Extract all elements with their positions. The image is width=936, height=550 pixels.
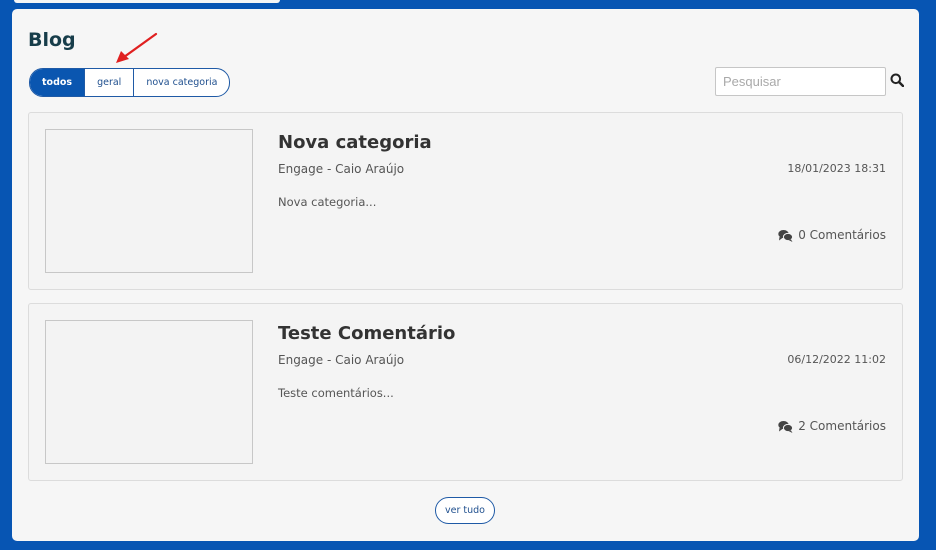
post-author: Engage - Caio Araújo — [278, 162, 405, 176]
post-thumbnail[interactable] — [45, 129, 253, 273]
search-icon[interactable] — [890, 73, 904, 87]
comments-icon — [778, 420, 794, 433]
filter-geral[interactable]: geral — [85, 69, 135, 96]
comments-count: 0 Comentários — [798, 228, 886, 242]
red-arrow-icon — [116, 32, 158, 63]
post-thumbnail[interactable] — [45, 320, 253, 464]
search-input[interactable] — [715, 67, 886, 96]
top-strip — [14, 0, 280, 3]
comments-count: 2 Comentários — [798, 419, 886, 433]
post-comments-link[interactable]: 2 Comentários — [778, 419, 886, 433]
category-filter: todos geral nova categoria — [29, 68, 231, 97]
see-all-button[interactable]: ver tudo — [435, 497, 495, 524]
post-date: 18/01/2023 18:31 — [787, 162, 886, 175]
post-card: Teste Comentário Engage - Caio Araújo 06… — [28, 303, 903, 481]
post-title[interactable]: Teste Comentário — [278, 323, 455, 344]
post-excerpt: Nova categoria... — [278, 195, 377, 209]
post-author: Engage - Caio Araújo — [278, 353, 405, 367]
comments-icon — [778, 229, 794, 242]
filter-todos[interactable]: todos — [30, 69, 86, 96]
post-title[interactable]: Nova categoria — [278, 132, 432, 153]
post-card: Nova categoria Engage - Caio Araújo 18/0… — [28, 112, 903, 290]
page-title: Blog — [28, 29, 76, 51]
filter-nova-categoria[interactable]: nova categoria — [134, 69, 229, 96]
post-date: 06/12/2022 11:02 — [787, 353, 886, 366]
post-comments-link[interactable]: 0 Comentários — [778, 228, 886, 242]
post-excerpt: Teste comentários... — [278, 386, 394, 400]
blog-panel: Blog todos geral nova categoria Nova cat… — [12, 9, 919, 541]
